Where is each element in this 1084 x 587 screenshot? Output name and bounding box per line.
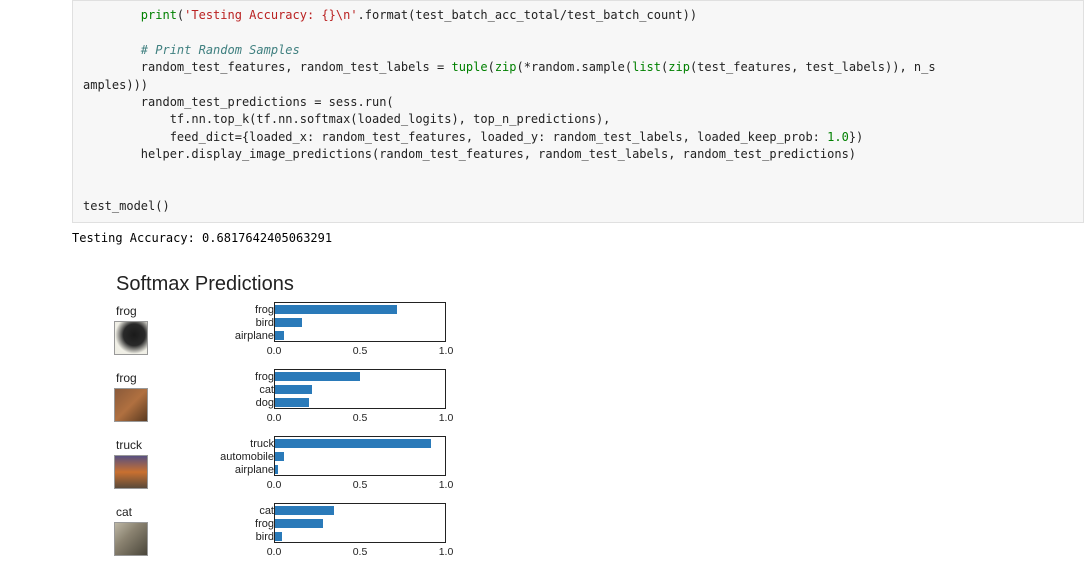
bar <box>275 452 284 461</box>
bar <box>275 532 282 541</box>
bar <box>275 305 397 314</box>
bar-chart: truckautomobileairplane0.00.51.0 <box>210 436 446 493</box>
x-tick-label: 0.5 <box>353 345 368 357</box>
y-tick-labels: frogbirdairplane <box>210 302 274 343</box>
x-axis: 0.00.51.0 <box>274 345 446 359</box>
y-tick-label: cat <box>210 505 274 518</box>
x-tick-label: 0.0 <box>267 412 282 424</box>
prediction-row: frogfrogcatdog0.00.51.0 <box>110 369 1084 436</box>
bar <box>275 465 278 474</box>
plot: 0.00.51.0 <box>274 436 446 493</box>
x-tick-label: 0.0 <box>267 546 282 558</box>
sample-thumbnail <box>114 388 148 422</box>
true-label: cat <box>110 505 210 519</box>
plot-box <box>274 369 446 409</box>
plot-box <box>274 436 446 476</box>
x-tick-label: 0.5 <box>353 412 368 424</box>
x-axis: 0.00.51.0 <box>274 412 446 426</box>
x-tick-label: 1.0 <box>439 345 454 357</box>
y-tick-label: bird <box>210 317 274 330</box>
x-tick-label: 0.5 <box>353 479 368 491</box>
bar <box>275 439 431 448</box>
bar-chart: frogbirdairplane0.00.51.0 <box>210 302 446 359</box>
true-label-cell: frog <box>110 302 210 355</box>
x-tick-label: 1.0 <box>439 479 454 491</box>
y-tick-label: frog <box>210 371 274 384</box>
x-tick-label: 1.0 <box>439 412 454 424</box>
bar <box>275 506 334 515</box>
bar <box>275 398 309 407</box>
prediction-row: catcatfrogbird0.00.51.0 <box>110 503 1084 570</box>
y-tick-labels: truckautomobileairplane <box>210 436 274 477</box>
prediction-row: trucktruckautomobileairplane0.00.51.0 <box>110 436 1084 503</box>
prediction-row: frogfrogbirdairplane0.00.51.0 <box>110 302 1084 369</box>
y-tick-label: cat <box>210 384 274 397</box>
x-tick-label: 1.0 <box>439 546 454 558</box>
true-label: frog <box>110 304 210 318</box>
bar <box>275 519 323 528</box>
plot-box <box>274 302 446 342</box>
chart-title: Softmax Predictions <box>116 273 1084 296</box>
bar <box>275 318 302 327</box>
y-tick-labels: frogcatdog <box>210 369 274 410</box>
plot-box <box>274 503 446 543</box>
plot: 0.00.51.0 <box>274 302 446 359</box>
y-tick-labels: catfrogbird <box>210 503 274 544</box>
plot: 0.00.51.0 <box>274 503 446 560</box>
y-tick-label: frog <box>210 518 274 531</box>
y-tick-label: dog <box>210 397 274 410</box>
x-tick-label: 0.0 <box>267 479 282 491</box>
bar-chart: frogcatdog0.00.51.0 <box>210 369 446 426</box>
y-tick-label: airplane <box>210 464 274 477</box>
bar <box>275 385 312 394</box>
y-tick-label: truck <box>210 438 274 451</box>
y-tick-label: frog <box>210 304 274 317</box>
true-label-cell: truck <box>110 436 210 489</box>
bar <box>275 331 284 340</box>
true-label-cell: cat <box>110 503 210 556</box>
y-tick-label: airplane <box>210 330 274 343</box>
sample-thumbnail <box>114 522 148 556</box>
bar-chart: catfrogbird0.00.51.0 <box>210 503 446 560</box>
y-tick-label: automobile <box>210 451 274 464</box>
bar <box>275 372 360 381</box>
sample-thumbnail <box>114 455 148 489</box>
sample-thumbnail <box>114 321 148 355</box>
x-tick-label: 0.5 <box>353 546 368 558</box>
predictions-figure: Softmax Predictions frogfrogbirdairplane… <box>110 273 1084 570</box>
y-tick-label: bird <box>210 531 274 544</box>
plot: 0.00.51.0 <box>274 369 446 426</box>
true-label: truck <box>110 438 210 452</box>
true-label: frog <box>110 371 210 385</box>
x-axis: 0.00.51.0 <box>274 479 446 493</box>
x-tick-label: 0.0 <box>267 345 282 357</box>
notebook: print('Testing Accuracy: {}\n'.format(te… <box>0 0 1084 570</box>
true-label-cell: frog <box>110 369 210 422</box>
output-accuracy: Testing Accuracy: 0.6817642405063291 <box>72 231 1084 245</box>
code-cell: print('Testing Accuracy: {}\n'.format(te… <box>72 0 1084 223</box>
x-axis: 0.00.51.0 <box>274 546 446 560</box>
